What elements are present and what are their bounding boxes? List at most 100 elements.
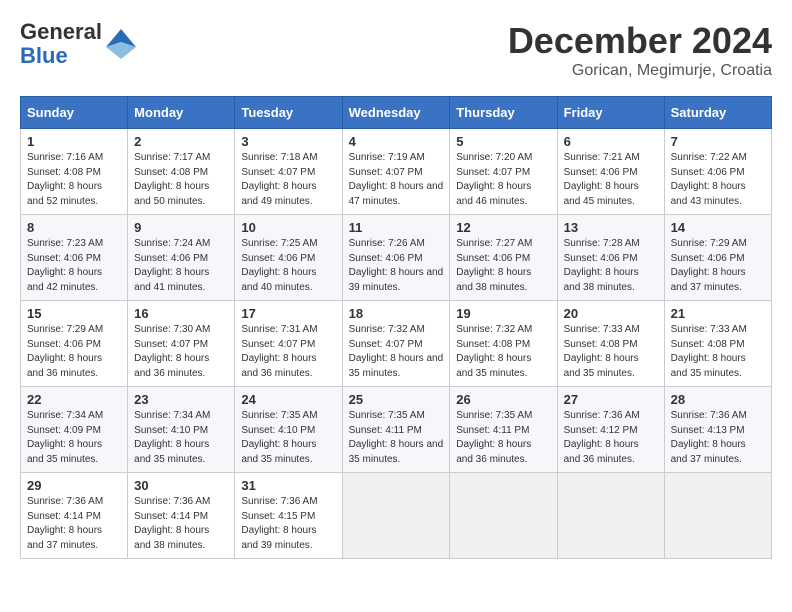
day-info: Sunrise: 7:36 AM Sunset: 4:13 PM Dayligh… [671, 409, 765, 467]
day-number: 31 [241, 478, 335, 493]
day-number: 15 [27, 306, 121, 321]
day-number: 9 [134, 220, 228, 235]
calendar-cell: 10 Sunrise: 7:25 AM Sunset: 4:06 PM Dayl… [235, 215, 342, 301]
day-number: 28 [671, 392, 765, 407]
col-header-tuesday: Tuesday [235, 97, 342, 129]
day-number: 11 [349, 220, 444, 235]
month-title: December 2024 [508, 20, 772, 62]
day-number: 3 [241, 134, 335, 149]
day-info: Sunrise: 7:22 AM Sunset: 4:06 PM Dayligh… [671, 151, 765, 209]
calendar-cell: 8 Sunrise: 7:23 AM Sunset: 4:06 PM Dayli… [21, 215, 128, 301]
day-number: 16 [134, 306, 228, 321]
calendar-cell: 16 Sunrise: 7:30 AM Sunset: 4:07 PM Dayl… [128, 301, 235, 387]
day-number: 20 [564, 306, 658, 321]
day-info: Sunrise: 7:25 AM Sunset: 4:06 PM Dayligh… [241, 237, 335, 295]
logo-text: General Blue [20, 20, 102, 68]
calendar-cell: 3 Sunrise: 7:18 AM Sunset: 4:07 PM Dayli… [235, 129, 342, 215]
title-block: December 2024 Gorican, Megimurje, Croati… [508, 20, 772, 80]
calendar-cell: 6 Sunrise: 7:21 AM Sunset: 4:06 PM Dayli… [557, 129, 664, 215]
day-number: 26 [456, 392, 550, 407]
day-info: Sunrise: 7:35 AM Sunset: 4:11 PM Dayligh… [349, 409, 444, 467]
calendar-cell: 2 Sunrise: 7:17 AM Sunset: 4:08 PM Dayli… [128, 129, 235, 215]
day-number: 24 [241, 392, 335, 407]
calendar-cell [664, 473, 771, 559]
calendar-cell: 4 Sunrise: 7:19 AM Sunset: 4:07 PM Dayli… [342, 129, 450, 215]
calendar-cell: 23 Sunrise: 7:34 AM Sunset: 4:10 PM Dayl… [128, 387, 235, 473]
day-number: 7 [671, 134, 765, 149]
day-info: Sunrise: 7:34 AM Sunset: 4:10 PM Dayligh… [134, 409, 228, 467]
day-number: 21 [671, 306, 765, 321]
calendar-cell: 5 Sunrise: 7:20 AM Sunset: 4:07 PM Dayli… [450, 129, 557, 215]
day-info: Sunrise: 7:34 AM Sunset: 4:09 PM Dayligh… [27, 409, 121, 467]
day-number: 8 [27, 220, 121, 235]
calendar-cell: 14 Sunrise: 7:29 AM Sunset: 4:06 PM Dayl… [664, 215, 771, 301]
calendar-cell: 20 Sunrise: 7:33 AM Sunset: 4:08 PM Dayl… [557, 301, 664, 387]
col-header-friday: Friday [557, 97, 664, 129]
calendar-cell: 28 Sunrise: 7:36 AM Sunset: 4:13 PM Dayl… [664, 387, 771, 473]
col-header-monday: Monday [128, 97, 235, 129]
day-number: 10 [241, 220, 335, 235]
col-header-saturday: Saturday [664, 97, 771, 129]
logo: General Blue [20, 20, 138, 68]
day-info: Sunrise: 7:35 AM Sunset: 4:10 PM Dayligh… [241, 409, 335, 467]
day-number: 2 [134, 134, 228, 149]
calendar-cell: 7 Sunrise: 7:22 AM Sunset: 4:06 PM Dayli… [664, 129, 771, 215]
day-info: Sunrise: 7:36 AM Sunset: 4:14 PM Dayligh… [27, 495, 121, 553]
col-header-sunday: Sunday [21, 97, 128, 129]
calendar-cell: 11 Sunrise: 7:26 AM Sunset: 4:06 PM Dayl… [342, 215, 450, 301]
calendar-table: SundayMondayTuesdayWednesdayThursdayFrid… [20, 96, 772, 559]
calendar-cell [342, 473, 450, 559]
day-number: 27 [564, 392, 658, 407]
logo-icon [104, 27, 138, 61]
day-number: 29 [27, 478, 121, 493]
day-number: 14 [671, 220, 765, 235]
calendar-cell [450, 473, 557, 559]
calendar-week-row: 8 Sunrise: 7:23 AM Sunset: 4:06 PM Dayli… [21, 215, 772, 301]
day-number: 23 [134, 392, 228, 407]
day-info: Sunrise: 7:29 AM Sunset: 4:06 PM Dayligh… [27, 323, 121, 381]
day-info: Sunrise: 7:24 AM Sunset: 4:06 PM Dayligh… [134, 237, 228, 295]
calendar-cell: 27 Sunrise: 7:36 AM Sunset: 4:12 PM Dayl… [557, 387, 664, 473]
day-number: 4 [349, 134, 444, 149]
day-number: 18 [349, 306, 444, 321]
page-header: General Blue December 2024 Gorican, Megi… [20, 20, 772, 80]
day-info: Sunrise: 7:33 AM Sunset: 4:08 PM Dayligh… [671, 323, 765, 381]
day-info: Sunrise: 7:27 AM Sunset: 4:06 PM Dayligh… [456, 237, 550, 295]
location-subtitle: Gorican, Megimurje, Croatia [508, 62, 772, 80]
calendar-week-row: 22 Sunrise: 7:34 AM Sunset: 4:09 PM Dayl… [21, 387, 772, 473]
day-info: Sunrise: 7:36 AM Sunset: 4:14 PM Dayligh… [134, 495, 228, 553]
calendar-cell: 9 Sunrise: 7:24 AM Sunset: 4:06 PM Dayli… [128, 215, 235, 301]
day-info: Sunrise: 7:20 AM Sunset: 4:07 PM Dayligh… [456, 151, 550, 209]
day-info: Sunrise: 7:36 AM Sunset: 4:12 PM Dayligh… [564, 409, 658, 467]
calendar-cell: 17 Sunrise: 7:31 AM Sunset: 4:07 PM Dayl… [235, 301, 342, 387]
calendar-cell: 19 Sunrise: 7:32 AM Sunset: 4:08 PM Dayl… [450, 301, 557, 387]
logo-general: General [20, 19, 102, 44]
day-number: 6 [564, 134, 658, 149]
day-number: 22 [27, 392, 121, 407]
day-number: 1 [27, 134, 121, 149]
calendar-cell: 30 Sunrise: 7:36 AM Sunset: 4:14 PM Dayl… [128, 473, 235, 559]
calendar-week-row: 29 Sunrise: 7:36 AM Sunset: 4:14 PM Dayl… [21, 473, 772, 559]
calendar-cell: 29 Sunrise: 7:36 AM Sunset: 4:14 PM Dayl… [21, 473, 128, 559]
calendar-cell: 1 Sunrise: 7:16 AM Sunset: 4:08 PM Dayli… [21, 129, 128, 215]
calendar-cell: 25 Sunrise: 7:35 AM Sunset: 4:11 PM Dayl… [342, 387, 450, 473]
calendar-cell: 22 Sunrise: 7:34 AM Sunset: 4:09 PM Dayl… [21, 387, 128, 473]
calendar-cell: 18 Sunrise: 7:32 AM Sunset: 4:07 PM Dayl… [342, 301, 450, 387]
col-header-thursday: Thursday [450, 97, 557, 129]
day-info: Sunrise: 7:17 AM Sunset: 4:08 PM Dayligh… [134, 151, 228, 209]
day-info: Sunrise: 7:31 AM Sunset: 4:07 PM Dayligh… [241, 323, 335, 381]
calendar-cell: 12 Sunrise: 7:27 AM Sunset: 4:06 PM Dayl… [450, 215, 557, 301]
day-info: Sunrise: 7:19 AM Sunset: 4:07 PM Dayligh… [349, 151, 444, 209]
day-info: Sunrise: 7:16 AM Sunset: 4:08 PM Dayligh… [27, 151, 121, 209]
day-info: Sunrise: 7:28 AM Sunset: 4:06 PM Dayligh… [564, 237, 658, 295]
day-number: 25 [349, 392, 444, 407]
day-number: 13 [564, 220, 658, 235]
day-info: Sunrise: 7:36 AM Sunset: 4:15 PM Dayligh… [241, 495, 335, 553]
calendar-cell: 13 Sunrise: 7:28 AM Sunset: 4:06 PM Dayl… [557, 215, 664, 301]
day-number: 19 [456, 306, 550, 321]
day-info: Sunrise: 7:32 AM Sunset: 4:07 PM Dayligh… [349, 323, 444, 381]
day-info: Sunrise: 7:18 AM Sunset: 4:07 PM Dayligh… [241, 151, 335, 209]
day-info: Sunrise: 7:33 AM Sunset: 4:08 PM Dayligh… [564, 323, 658, 381]
day-info: Sunrise: 7:35 AM Sunset: 4:11 PM Dayligh… [456, 409, 550, 467]
calendar-cell: 24 Sunrise: 7:35 AM Sunset: 4:10 PM Dayl… [235, 387, 342, 473]
